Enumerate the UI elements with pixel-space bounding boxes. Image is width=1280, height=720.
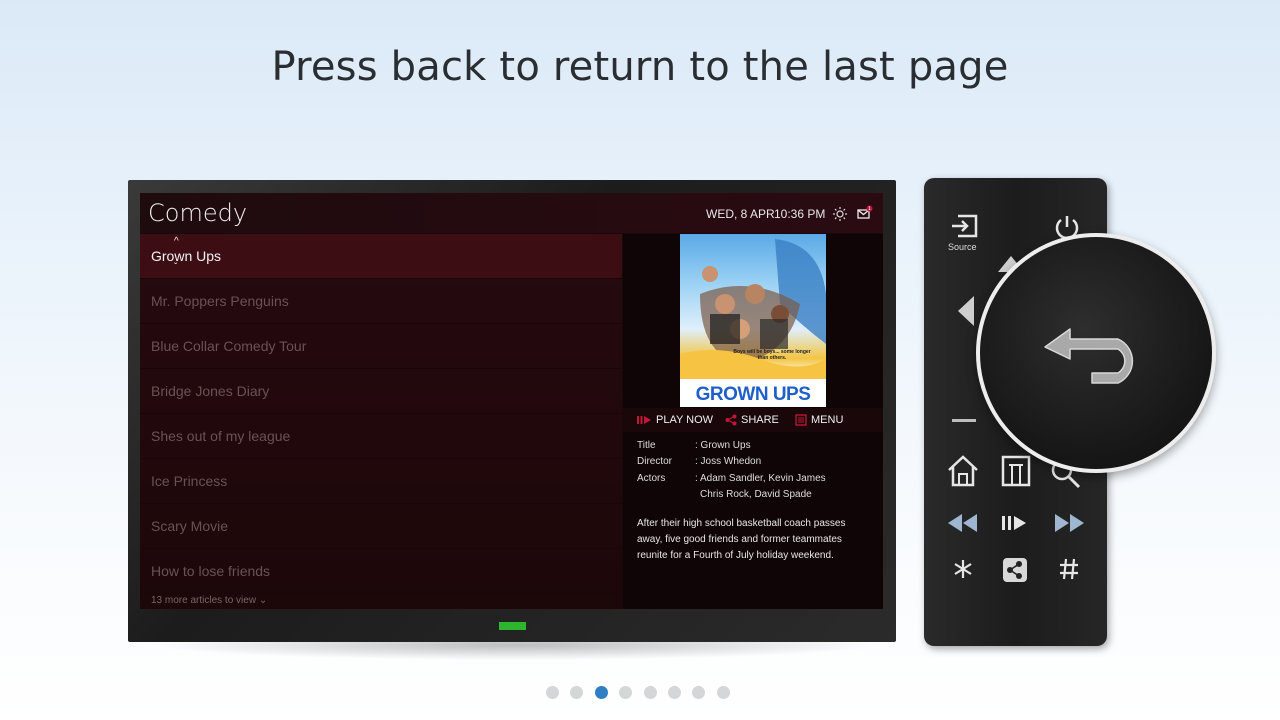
poster-tagline: Boys will be boys... some longer than ot… [733,349,811,361]
rewind-icon[interactable] [946,512,980,534]
actors-value-line2: Chris Rock, David Spade [700,489,812,500]
back-icon[interactable] [1040,317,1150,387]
page-dot[interactable] [717,686,730,699]
list-item[interactable]: Ice Princess [140,459,622,504]
page-dot[interactable] [692,686,705,699]
mail-icon[interactable]: 1 [857,205,873,221]
time-label: 10:36 PM [774,207,826,221]
movie-poster: Boys will be boys... some longer than ot… [680,234,826,407]
synopsis: After their high school basketball coach… [637,518,846,561]
list-item[interactable]: Bridge Jones Diary [140,369,622,414]
share-icon [725,414,737,426]
page-dot-active[interactable] [595,686,608,699]
notification-badge: 1 [868,206,871,212]
list-item[interactable]: Blue Collar Comedy Tour [140,324,622,369]
title-value: : Grown Ups [695,440,751,451]
tv-frame: Comedy WED, 8 APR 10:36 PM 1 ^ Grown Ups… [128,180,896,642]
page-headline: Press back to return to the last page [271,44,1009,90]
play-now-button[interactable]: PLAY NOW [637,414,713,426]
nav-left-icon[interactable] [956,294,976,328]
director-label: Director [637,456,673,467]
list-item[interactable]: Scary Movie [140,504,622,549]
page-dot[interactable] [570,686,583,699]
page-dot[interactable] [644,686,657,699]
source-label: Source [948,242,977,252]
title-label: Title [637,440,656,451]
actors-value-line1: : Adam Sandler, Kevin James [695,473,826,484]
menu-icon [795,414,807,426]
play-pause-icon[interactable] [1000,512,1030,534]
hash-icon[interactable] [1058,557,1080,581]
chevron-up-icon: ^ [174,236,179,247]
volume-down-icon[interactable] [952,419,976,422]
menu-button[interactable]: MENU [795,414,843,426]
brightness-icon[interactable] [832,206,848,222]
share-icon[interactable] [1002,557,1028,583]
share-button[interactable]: SHARE [725,414,779,426]
fast-forward-icon[interactable] [1052,512,1086,534]
date-label: WED, 8 APR [706,207,775,221]
actors-label: Actors [637,473,666,484]
page-dot[interactable] [619,686,632,699]
list-item[interactable]: ^ Grown Ups ˇ [140,234,622,279]
poster-artwork [680,239,826,379]
page-dot[interactable] [546,686,559,699]
menu-icon[interactable] [1000,454,1032,488]
detail-panel: Boys will be boys... some longer than ot… [623,234,883,609]
tv-power-led [499,622,526,630]
asterisk-icon[interactable] [952,558,974,580]
category-title: Comedy [148,199,248,227]
list-item[interactable]: How to lose friends [140,549,622,594]
home-icon[interactable] [946,454,980,488]
play-icon [637,416,651,425]
back-button-magnifier [976,233,1216,473]
poster-title: GROWN UPS [695,384,811,405]
screen-header: Comedy WED, 8 APR 10:36 PM 1 [140,193,883,233]
list-item[interactable]: Mr. Poppers Penguins [140,279,622,324]
movie-list: ^ Grown Ups ˇ Mr. Poppers Penguins Blue … [140,234,622,609]
tv-screen: Comedy WED, 8 APR 10:36 PM 1 ^ Grown Ups… [140,193,883,609]
source-icon[interactable] [948,212,982,240]
more-articles-link[interactable]: 13 more articles to view ⌄ [151,595,267,606]
list-item[interactable]: Shes out of my league [140,414,622,459]
action-bar: PLAY NOW SHARE MENU [623,408,883,432]
chevron-down-icon: ˇ [174,262,178,273]
director-value: : Joss Whedon [695,456,762,467]
page-dot[interactable] [668,686,681,699]
